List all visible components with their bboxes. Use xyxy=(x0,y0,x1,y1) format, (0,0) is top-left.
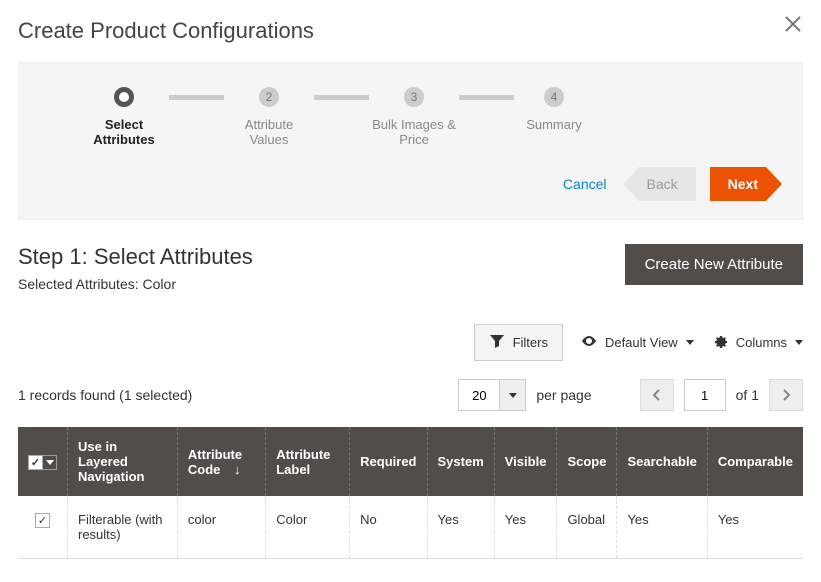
records-found: 1 records found (1 selected) xyxy=(18,387,192,403)
step-circle-1 xyxy=(114,87,134,107)
step-label-3: Bulk Images & Price xyxy=(369,117,459,147)
select-all-dropdown[interactable] xyxy=(43,455,57,470)
col-system[interactable]: System xyxy=(427,427,494,496)
col-required[interactable]: Required xyxy=(350,427,427,496)
cell-attribute-label: Color xyxy=(266,496,350,559)
step-label-1: Select Attributes xyxy=(79,117,169,147)
next-button-label: Next xyxy=(728,176,758,192)
cell-use-in-layered: Filterable (with results) xyxy=(68,496,178,559)
step-1: Select Attributes xyxy=(79,87,169,147)
col-scope[interactable]: Scope xyxy=(557,427,617,496)
step-4: 4 Summary xyxy=(514,87,594,132)
next-button[interactable]: Next xyxy=(710,167,766,201)
chevron-down-icon xyxy=(795,340,803,345)
gear-icon xyxy=(712,333,728,352)
col-comparable[interactable]: Comparable xyxy=(707,427,803,496)
back-button-label: Back xyxy=(647,176,678,192)
cell-system: Yes xyxy=(427,496,494,559)
step-label-4: Summary xyxy=(514,117,594,132)
modal-title: Create Product Configurations xyxy=(18,18,803,44)
prev-page-button[interactable] xyxy=(640,379,674,411)
columns-label: Columns xyxy=(736,335,787,350)
cell-scope: Global xyxy=(557,496,617,559)
close-icon[interactable] xyxy=(783,14,803,39)
next-page-button[interactable] xyxy=(769,379,803,411)
cell-attribute-code: color xyxy=(177,496,265,559)
row-checkbox[interactable]: ✓ xyxy=(35,513,50,528)
create-new-attribute-button[interactable]: Create New Attribute xyxy=(625,244,803,285)
filters-button[interactable]: Filters xyxy=(474,324,563,361)
cell-comparable: Yes xyxy=(707,496,803,559)
back-button[interactable]: Back xyxy=(639,167,696,201)
selected-attributes: Selected Attributes: Color xyxy=(18,276,253,292)
col-attribute-label[interactable]: Attribute Label xyxy=(266,427,350,496)
stepper: Select Attributes 2 Attribute Values 3 B… xyxy=(18,62,803,220)
chevron-down-icon xyxy=(509,393,517,398)
step-2: 2 Attribute Values xyxy=(224,87,314,147)
step-circle-4: 4 xyxy=(544,87,564,107)
per-page-label: per page xyxy=(536,387,591,403)
step-circle-3: 3 xyxy=(404,87,424,107)
page-size-dropdown-toggle[interactable] xyxy=(500,379,526,411)
step-title: Step 1: Select Attributes xyxy=(18,244,253,270)
default-view-label: Default View xyxy=(605,335,678,350)
cell-required: No xyxy=(350,496,427,559)
selected-attributes-label: Selected Attributes: xyxy=(18,276,139,292)
current-page-input[interactable] xyxy=(684,379,726,411)
step-3: 3 Bulk Images & Price xyxy=(369,87,459,147)
select-all-checkbox[interactable]: ✓ xyxy=(28,455,43,470)
table-row[interactable]: ✓ Filterable (with results) color Color … xyxy=(18,496,803,559)
filters-label: Filters xyxy=(513,335,548,350)
cell-visible: Yes xyxy=(494,496,557,559)
selected-attributes-value: Color xyxy=(143,276,176,292)
col-visible[interactable]: Visible xyxy=(494,427,557,496)
funnel-icon xyxy=(489,333,505,352)
col-attribute-code[interactable]: Attribute Code ↓ xyxy=(177,427,265,496)
page-size-input[interactable] xyxy=(458,379,500,411)
eye-icon xyxy=(581,333,597,352)
sort-arrow-icon: ↓ xyxy=(234,462,241,477)
step-label-2: Attribute Values xyxy=(224,117,314,147)
attributes-grid: ✓ Use in Layered Navigation Attribute Co… xyxy=(18,427,803,559)
cancel-link[interactable]: Cancel xyxy=(563,176,607,192)
default-view-dropdown[interactable]: Default View xyxy=(581,333,694,352)
columns-dropdown[interactable]: Columns xyxy=(712,333,803,352)
chevron-down-icon xyxy=(686,340,694,345)
cell-searchable: Yes xyxy=(617,496,707,559)
step-circle-2: 2 xyxy=(259,87,279,107)
col-searchable[interactable]: Searchable xyxy=(617,427,707,496)
of-total-label: of 1 xyxy=(736,387,759,403)
col-use-in-layered[interactable]: Use in Layered Navigation xyxy=(68,427,178,496)
